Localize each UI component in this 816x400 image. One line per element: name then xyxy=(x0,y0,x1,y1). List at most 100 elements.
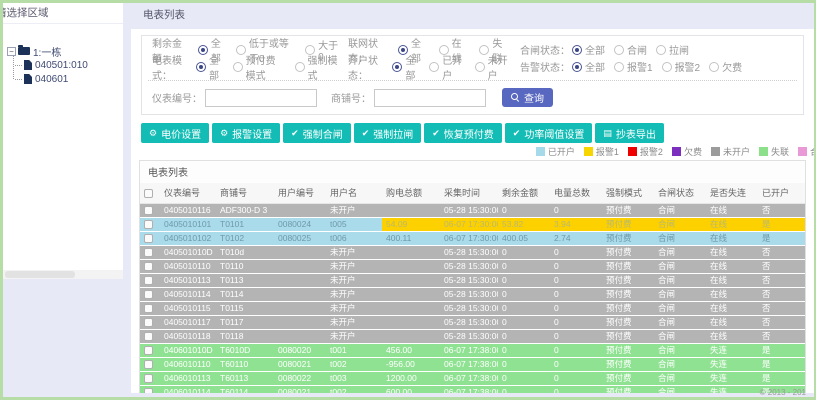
table-row[interactable]: 0406010110 T60110 0080021 t002 -956.00 06-07 … xyxy=(140,357,805,372)
filter-radio-option[interactable]: 全部 xyxy=(195,52,224,82)
radio-button-icon[interactable] xyxy=(656,44,666,55)
tree-root-node[interactable]: − 1:一栋 xyxy=(7,44,123,59)
row-checkbox[interactable] xyxy=(144,332,153,342)
legend-color-swatch xyxy=(535,147,545,156)
table-cell: 0 xyxy=(498,385,550,393)
table-row[interactable]: 0405010118 T0118 未开户 05-28 15:30:00 0 0 预付费 合闸在… xyxy=(140,329,805,344)
table-row[interactable]: 0405010116 ADF300-D 3 未开户 05-28 15:30:00 0 0 预… xyxy=(140,203,805,218)
radio-button-icon[interactable] xyxy=(305,44,316,55)
query-button[interactable]: 查询 xyxy=(502,88,553,107)
table-cell: 未开户 xyxy=(326,287,382,302)
table-cell: 53.82 xyxy=(498,217,550,232)
table-row[interactable]: 0405010115 T0115 未开户 05-28 15:30:00 0 0 预付费 合闸在… xyxy=(140,301,805,316)
table-cell: 预付费 xyxy=(602,329,654,344)
table-row[interactable]: 0405010110 T0110 未开户 05-28 15:30:00 0 0 预付费 合闸在… xyxy=(140,259,805,274)
row-checkbox[interactable] xyxy=(144,248,153,258)
table-cell: T0110 xyxy=(216,259,274,274)
select-all-checkbox[interactable] xyxy=(144,188,153,198)
radio-button-icon[interactable] xyxy=(614,44,624,55)
radio-button-icon[interactable] xyxy=(294,61,305,72)
table-cell: T60110 xyxy=(216,357,274,372)
table-row[interactable]: 0405010101 T0101 0080024 t005 54.09 06-07 17:… xyxy=(140,217,805,232)
row-checkbox[interactable] xyxy=(144,388,153,393)
table-cell: 0 xyxy=(498,301,550,316)
filter-radio-option[interactable]: 合闸 xyxy=(614,42,647,57)
radio-button-icon[interactable] xyxy=(661,61,672,72)
filter-radio-option[interactable]: 全部 xyxy=(572,42,605,57)
action-button[interactable]: ✔ 强制拉闸 xyxy=(353,123,422,143)
table-cell xyxy=(274,245,326,260)
tree-leaf-node[interactable]: 040501:010 xyxy=(12,58,123,72)
table-row[interactable]: 0406010113 T60113 0080022 t003 1200.00 06-07 … xyxy=(140,371,805,386)
row-checkbox[interactable] xyxy=(144,234,153,244)
radio-option-label: 报警1 xyxy=(627,63,653,74)
table-row[interactable]: 040501010D T010d 未开户 05-28 15:30:00 0 0 预付费 合闸在… xyxy=(140,245,805,260)
table-row[interactable]: 0405010113 T0113 未开户 05-28 15:30:00 0 0 预付费 合闸在… xyxy=(140,273,805,288)
tree-leaf-node[interactable]: 040601 xyxy=(12,72,123,86)
collapse-icon[interactable]: − xyxy=(7,46,16,56)
filter-radio-option[interactable]: 强制模式 xyxy=(294,52,339,82)
radio-button-icon[interactable] xyxy=(429,61,440,72)
radio-button-icon[interactable] xyxy=(197,44,208,55)
action-button[interactable]: ✔ 恢复预付费 xyxy=(424,123,502,143)
filter-radio-option[interactable]: 报警1 xyxy=(614,59,653,74)
table-cell: 54.09 xyxy=(382,217,440,232)
meter-no-input[interactable] xyxy=(205,88,317,107)
horizontal-scrollbar[interactable] xyxy=(3,270,123,279)
radio-button-icon[interactable] xyxy=(614,61,624,72)
row-checkbox[interactable] xyxy=(144,304,153,314)
radio-button-icon[interactable] xyxy=(392,61,403,72)
tree-root-label[interactable]: 1:一栋 xyxy=(33,44,61,59)
filter-radio-option[interactable]: 报警2 xyxy=(661,59,700,74)
action-button[interactable]: ⚙ 报警设置 xyxy=(212,123,281,143)
row-checkbox[interactable] xyxy=(144,206,153,216)
region-tree: − 1:一栋 040501:010 040601 xyxy=(3,24,123,86)
radio-button-icon[interactable] xyxy=(195,61,206,72)
radio-button-icon[interactable] xyxy=(709,61,720,72)
action-button[interactable]: ▤ 抄表导出 xyxy=(595,123,664,143)
table-cell: 合闸 xyxy=(654,231,706,246)
radio-button-icon[interactable] xyxy=(438,44,449,55)
row-checkbox[interactable] xyxy=(144,318,153,328)
radio-button-icon[interactable] xyxy=(397,44,408,55)
column-header: 是否失连 xyxy=(706,183,758,204)
action-button[interactable]: ✔ 强制合闸 xyxy=(283,123,351,143)
row-checkbox[interactable] xyxy=(144,374,153,384)
shop-no-input[interactable] xyxy=(374,88,486,107)
row-checkbox[interactable] xyxy=(144,346,153,356)
table-row[interactable]: 040601010D T6010D 0080020 t001 456.00 06-07 1… xyxy=(140,343,805,358)
action-button[interactable]: ✔ 功率阈值设置 xyxy=(504,123,593,143)
radio-button-icon[interactable] xyxy=(572,61,582,72)
radio-button-icon[interactable] xyxy=(232,61,243,72)
row-checkbox[interactable] xyxy=(144,276,153,286)
table-cell: 0406010110 xyxy=(160,357,216,372)
radio-button-icon[interactable] xyxy=(235,44,246,55)
table-row[interactable]: 0405010102 T0102 0080025 t006 400.11 06-07 17… xyxy=(140,231,805,246)
table-row[interactable]: 0406010114 T60114 0080021 t002 600.00 06-07 1… xyxy=(140,385,805,393)
filter-radio-option[interactable]: 未开户 xyxy=(474,52,511,82)
check-icon: ✔ xyxy=(512,127,521,138)
row-checkbox[interactable] xyxy=(144,262,153,272)
table-row[interactable]: 0405010117 T0117 未开户 05-28 15:30:00 0 0 预付费 合闸在… xyxy=(140,315,805,330)
filter-radio-option[interactable]: 全部 xyxy=(392,52,420,82)
table-row[interactable]: 0405010114 T0114 未开户 05-28 15:30:00 0 0 预付费 合闸在… xyxy=(140,287,805,302)
row-checkbox[interactable] xyxy=(144,290,153,300)
radio-button-icon[interactable] xyxy=(474,61,485,72)
filter-radio-option[interactable]: 欠费 xyxy=(709,59,742,74)
table-cell: 否 xyxy=(758,259,805,274)
tree-leaf-label[interactable]: 040501:010 xyxy=(35,60,88,71)
legend-label: 合闸 xyxy=(810,145,814,158)
table-cell: 040501010D xyxy=(160,245,216,260)
radio-button-icon[interactable] xyxy=(572,44,582,55)
scrollbar-thumb[interactable] xyxy=(5,271,75,278)
row-checkbox[interactable] xyxy=(144,360,153,370)
filter-radio-option[interactable]: 已开户 xyxy=(429,52,465,82)
filter-radio-option[interactable]: 预付费模式 xyxy=(232,52,286,82)
table-cell: 0 xyxy=(498,245,550,260)
filter-radio-option[interactable]: 拉闸 xyxy=(656,42,689,57)
radio-button-icon[interactable] xyxy=(479,44,490,55)
row-checkbox[interactable] xyxy=(144,220,153,230)
filter-radio-option[interactable]: 全部 xyxy=(572,59,605,74)
action-button[interactable]: ⚙ 电价设置 xyxy=(141,123,210,143)
tree-leaf-label[interactable]: 040601 xyxy=(35,74,68,85)
